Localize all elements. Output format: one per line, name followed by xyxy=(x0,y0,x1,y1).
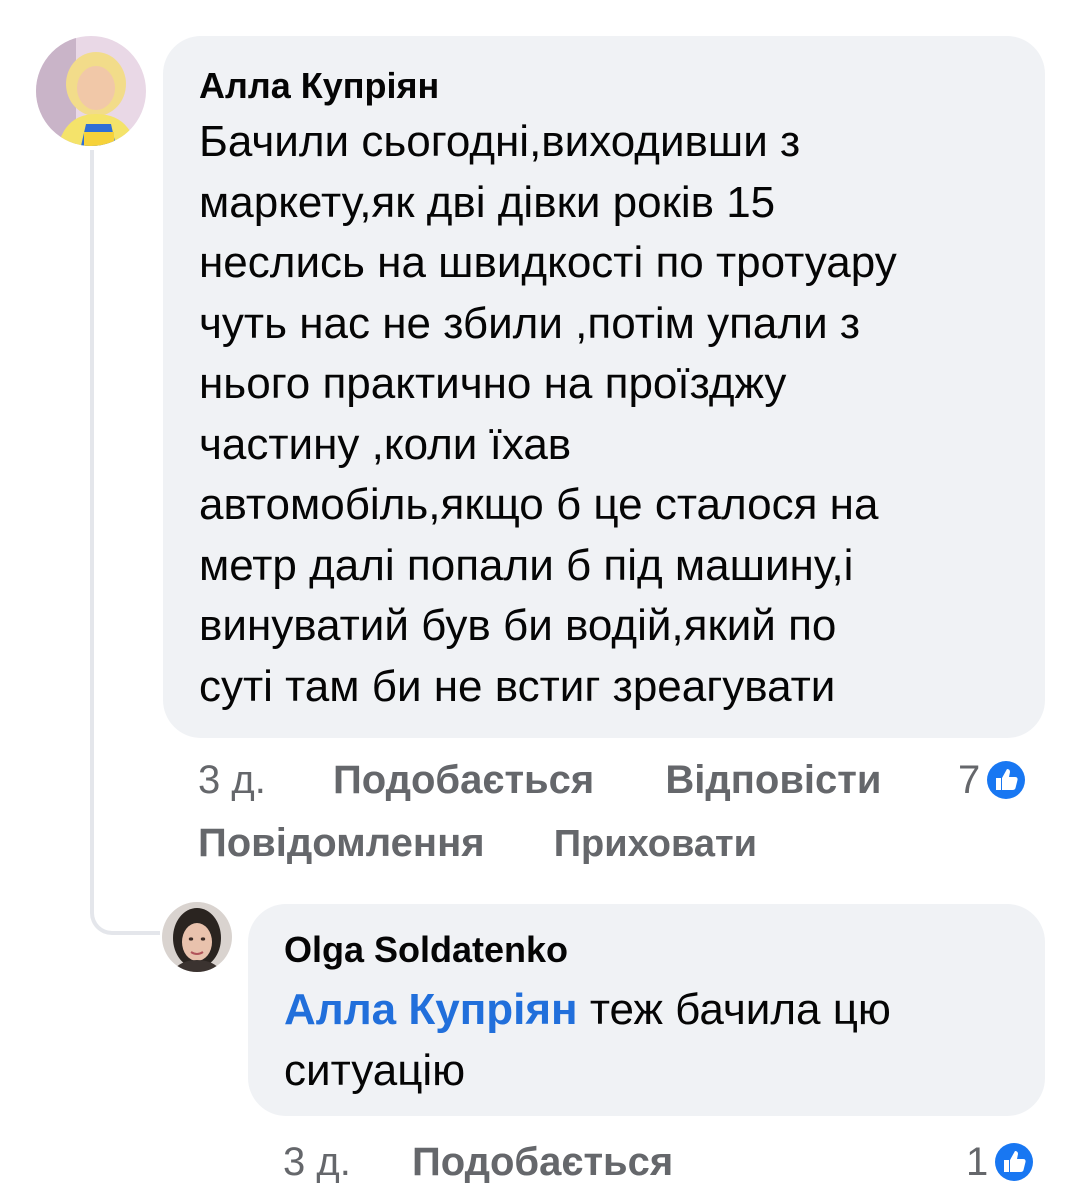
reply-button[interactable]: Відповісти xyxy=(665,756,881,804)
comment-text-line: метр далі попали б під машину,і xyxy=(199,540,854,590)
comment-text-line: чуть нас не збили ,потім упали з xyxy=(199,298,861,348)
comment-text: Алла Купріян теж бачила цю ситуацію xyxy=(284,980,1009,1101)
comment-text-line: частину ,коли їхав xyxy=(199,419,572,469)
like-thumb-icon xyxy=(992,1140,1036,1184)
comment-text-line: Алла Купріян теж бачила цю xyxy=(284,980,1009,1041)
comment-text-line: суті там би не встиг зреагувати xyxy=(199,661,836,711)
comment-text-line: неслись на швидкості по тротуару xyxy=(199,238,897,287)
reaction-summary[interactable]: 1 xyxy=(966,1138,1036,1186)
comment-actions: 3 д. Подобається Відповісти xyxy=(198,756,881,804)
comment-author[interactable]: Алла Купріян xyxy=(199,64,1009,108)
avatar-photo-icon xyxy=(36,36,146,146)
comment-text-line: автомобіль,якщо б це сталося на xyxy=(199,480,879,529)
thread-connector xyxy=(90,150,160,935)
comment-text-line: маркету,як дві дівки років 15 xyxy=(199,177,776,227)
reaction-count: 1 xyxy=(966,1139,989,1184)
reaction-count: 7 xyxy=(958,757,981,802)
reaction-summary[interactable]: 7 xyxy=(958,756,1028,804)
like-thumb-icon xyxy=(984,758,1028,802)
reply-actions: 3 д. Подобається xyxy=(283,1138,673,1186)
comment-bubble: Алла Купріян Бачили сьогодні,виходивши з… xyxy=(163,36,1045,738)
comment-text: Бачили сьогодні,виходивши з маркету,як д… xyxy=(199,112,1009,717)
comment-text-line: Бачили сьогодні,виходивши з xyxy=(199,117,801,166)
comment-text-fragment: теж бачила цю xyxy=(577,985,891,1034)
like-button[interactable]: Подобається xyxy=(333,756,594,804)
comment-text-line: винуватий був би водій,який по xyxy=(199,601,837,650)
comment-text-line: нього практично на проїзджу xyxy=(199,359,787,408)
avatar-olga[interactable] xyxy=(162,902,232,972)
comment-text-line: ситуацію xyxy=(284,1045,466,1095)
report-button[interactable]: Повідомлення xyxy=(198,819,485,867)
comment-timestamp[interactable]: 3 д. xyxy=(283,1138,351,1186)
avatar-photo-icon xyxy=(162,902,232,972)
comment-timestamp[interactable]: 3 д. xyxy=(198,756,266,804)
like-button[interactable]: Подобається xyxy=(412,1138,673,1186)
comment-actions-secondary: Повідомлення Приховати xyxy=(198,819,757,868)
avatar-alla[interactable] xyxy=(36,36,146,146)
reply-bubble: Olga Soldatenko Алла Купріян теж бачила … xyxy=(248,904,1045,1116)
mention-link[interactable]: Алла Купріян xyxy=(284,985,578,1034)
comment-author[interactable]: Olga Soldatenko xyxy=(284,928,1009,972)
hide-button[interactable]: Приховати xyxy=(554,820,757,868)
